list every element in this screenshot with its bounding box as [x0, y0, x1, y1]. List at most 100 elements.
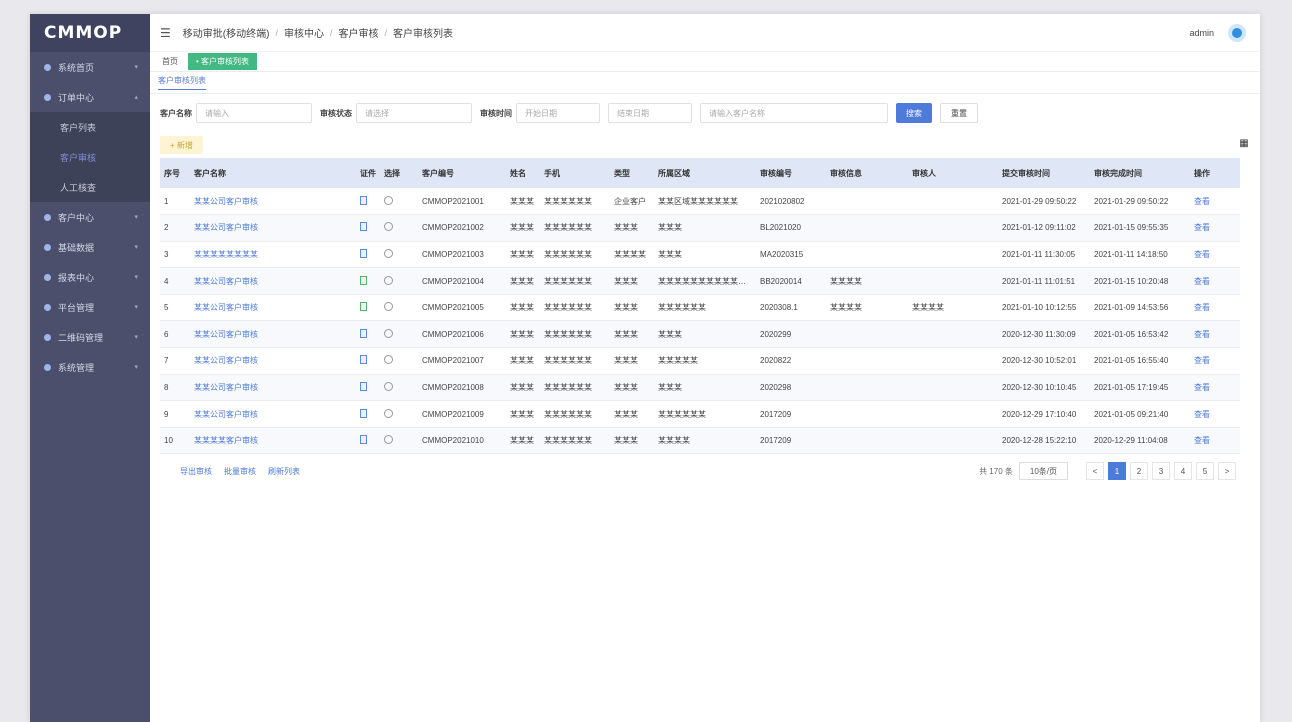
cell-name[interactable]: 某某公司客户审核	[190, 374, 356, 402]
table-row[interactable]: 10 某某某某客户审核 CMMOP2021010 某某某 某某某某某某 某某某 某某某某 20…	[160, 427, 1240, 455]
cell-name[interactable]: 某某某某客户审核	[190, 427, 356, 455]
cell-name[interactable]: 某某公司客户审核	[190, 214, 356, 242]
tag-customer-review[interactable]: • 客户审核列表	[188, 53, 258, 70]
avatar-icon[interactable]	[1228, 23, 1246, 42]
refresh-link[interactable]: 刷新列表	[268, 466, 300, 477]
sidebar-item-customers[interactable]: 客户中心 ▾	[30, 202, 150, 232]
view-link[interactable]: 查看	[1190, 294, 1240, 322]
export-link[interactable]: 导出审核	[180, 466, 212, 477]
col-info[interactable]: 审核信息	[826, 158, 908, 188]
view-link[interactable]: 查看	[1190, 241, 1240, 269]
breadcrumb-2[interactable]: 客户审核	[338, 25, 378, 40]
col-area[interactable]: 所属区域	[654, 158, 756, 188]
start-date-input[interactable]: 开始日期	[516, 103, 600, 123]
row-radio[interactable]	[384, 195, 393, 205]
sidebar-item-basic-data[interactable]: 基础数据 ▾	[30, 232, 150, 262]
col-customer[interactable]: 客户名称	[190, 158, 356, 188]
page-4[interactable]: 4	[1174, 462, 1192, 481]
row-radio[interactable]	[384, 435, 393, 445]
col-person[interactable]: 姓名	[506, 158, 540, 188]
row-radio[interactable]	[384, 275, 393, 285]
row-radio[interactable]	[384, 355, 393, 365]
cell-name[interactable]: 某某公司客户审核	[190, 294, 356, 322]
sidebar-item-platform[interactable]: 平台管理 ▾	[30, 292, 150, 322]
page-size-select[interactable]: 10条/页	[1018, 462, 1068, 481]
table-row[interactable]: 4 某某公司客户审核 CMMOP2021004 某某某 某某某某某某 某某某 某某某某某某某…	[160, 267, 1240, 295]
view-link[interactable]: 查看	[1190, 427, 1240, 455]
cell-name[interactable]: 某某公司客户审核	[190, 347, 356, 375]
end-date-input[interactable]: 结束日期	[608, 103, 692, 123]
view-link[interactable]: 查看	[1190, 347, 1240, 375]
view-link[interactable]: 查看	[1190, 374, 1240, 402]
batch-review-link[interactable]: 批量审核	[224, 466, 256, 477]
document-icon[interactable]	[360, 195, 367, 205]
page-1[interactable]: 1	[1108, 462, 1126, 481]
keyword-input[interactable]: 请输入客户名称	[700, 103, 888, 123]
col-submit[interactable]: 提交审核时间	[998, 158, 1090, 188]
col-finish[interactable]: 审核完成时间	[1090, 158, 1190, 188]
row-radio[interactable]	[384, 222, 393, 232]
sidebar-item-system[interactable]: 系统管理 ▾	[30, 352, 150, 382]
document-icon[interactable]	[360, 328, 367, 338]
table-row[interactable]: 9 某某公司客户审核 CMMOP2021009 某某某 某某某某某某 某某某 某某某某某某 2…	[160, 400, 1240, 428]
hamburger-icon[interactable]: ☰	[160, 26, 171, 40]
sidebar-subitem-customer-list[interactable]: 客户列表	[30, 112, 150, 142]
row-radio[interactable]	[384, 408, 393, 418]
page-3[interactable]: 3	[1152, 462, 1170, 481]
document-icon[interactable]	[360, 408, 367, 418]
sidebar-item-orders[interactable]: 订单中心 ▴	[30, 82, 150, 112]
document-icon[interactable]	[360, 355, 367, 365]
document-icon[interactable]	[360, 275, 367, 285]
table-row[interactable]: 5 某某公司客户审核 CMMOP2021005 某某某 某某某某某某 某某某 某某某某某某 2…	[160, 294, 1240, 322]
document-icon[interactable]	[360, 435, 367, 445]
table-row[interactable]: 2 某某公司客户审核 CMMOP2021002 某某某 某某某某某某 某某某 某某某 BL20…	[160, 214, 1240, 242]
table-row[interactable]: 8 某某公司客户审核 CMMOP2021008 某某某 某某某某某某 某某某 某某某 2020…	[160, 374, 1240, 402]
breadcrumb-0[interactable]: 移动审批(移动终端)	[183, 25, 270, 40]
row-radio[interactable]	[384, 302, 393, 312]
col-index[interactable]: 序号	[160, 158, 190, 188]
tag-home[interactable]: 首页	[158, 54, 182, 69]
cell-name[interactable]: 某某公司客户审核	[190, 320, 356, 349]
search-button[interactable]: 搜索	[896, 103, 932, 123]
sidebar-subitem-manual-check[interactable]: 人工核查	[30, 172, 150, 202]
col-doc[interactable]: 证件	[356, 158, 380, 188]
add-button[interactable]: + 新增	[160, 136, 203, 154]
view-link[interactable]: 查看	[1190, 188, 1240, 216]
row-radio[interactable]	[384, 248, 393, 258]
page-2[interactable]: 2	[1130, 462, 1148, 481]
sidebar-subitem-customer-review[interactable]: 客户审核	[30, 142, 150, 172]
view-link[interactable]: 查看	[1190, 267, 1240, 295]
customer-input[interactable]: 请输入	[196, 103, 312, 123]
view-link[interactable]: 查看	[1190, 320, 1240, 349]
sidebar-item-home[interactable]: 系统首页 ▾	[30, 52, 150, 82]
col-num[interactable]: 审核编号	[756, 158, 826, 188]
col-reviewer[interactable]: 审核人	[908, 158, 998, 188]
sidebar-item-qrcode[interactable]: 二维码管理 ▾	[30, 322, 150, 352]
document-icon[interactable]	[360, 302, 367, 312]
table-row[interactable]: 3 某某某某某某某某 CMMOP2021003 某某某 某某某某某某 某某某某 某某某 MA2…	[160, 241, 1240, 269]
view-link[interactable]: 查看	[1190, 400, 1240, 428]
col-select[interactable]: 选择	[380, 158, 418, 188]
user-name[interactable]: admin	[1189, 28, 1214, 38]
sidebar-item-reports[interactable]: 报表中心 ▾	[30, 262, 150, 292]
col-code[interactable]: 客户编号	[418, 158, 506, 188]
table-row[interactable]: 6 某某公司客户审核 CMMOP2021006 某某某 某某某某某某 某某某 某某某 2020…	[160, 320, 1240, 349]
cell-name[interactable]: 某某公司客户审核	[190, 400, 356, 428]
document-icon[interactable]	[360, 248, 367, 258]
status-select[interactable]: 请选择	[356, 103, 472, 123]
cell-name[interactable]: 某某某某某某某某	[190, 241, 356, 269]
row-radio[interactable]	[384, 381, 393, 391]
table-row[interactable]: 1 某某公司客户审核 CMMOP2021001 某某某 某某某某某某 企业客户 某某区域某某…	[160, 188, 1240, 216]
columns-icon[interactable]: ▦	[1238, 138, 1250, 150]
page-5[interactable]: 5	[1196, 462, 1214, 481]
col-phone[interactable]: 手机	[540, 158, 610, 188]
view-link[interactable]: 查看	[1190, 214, 1240, 242]
table-row[interactable]: 7 某某公司客户审核 CMMOP2021007 某某某 某某某某某某 某某某 某某某某某 20…	[160, 347, 1240, 375]
document-icon[interactable]	[360, 222, 367, 232]
col-type[interactable]: 类型	[610, 158, 654, 188]
document-icon[interactable]	[360, 381, 367, 391]
row-radio[interactable]	[384, 328, 393, 338]
reset-button[interactable]: 重置	[940, 103, 978, 123]
cell-name[interactable]: 某某公司客户审核	[190, 267, 356, 295]
next-page-button[interactable]: >	[1218, 462, 1236, 481]
